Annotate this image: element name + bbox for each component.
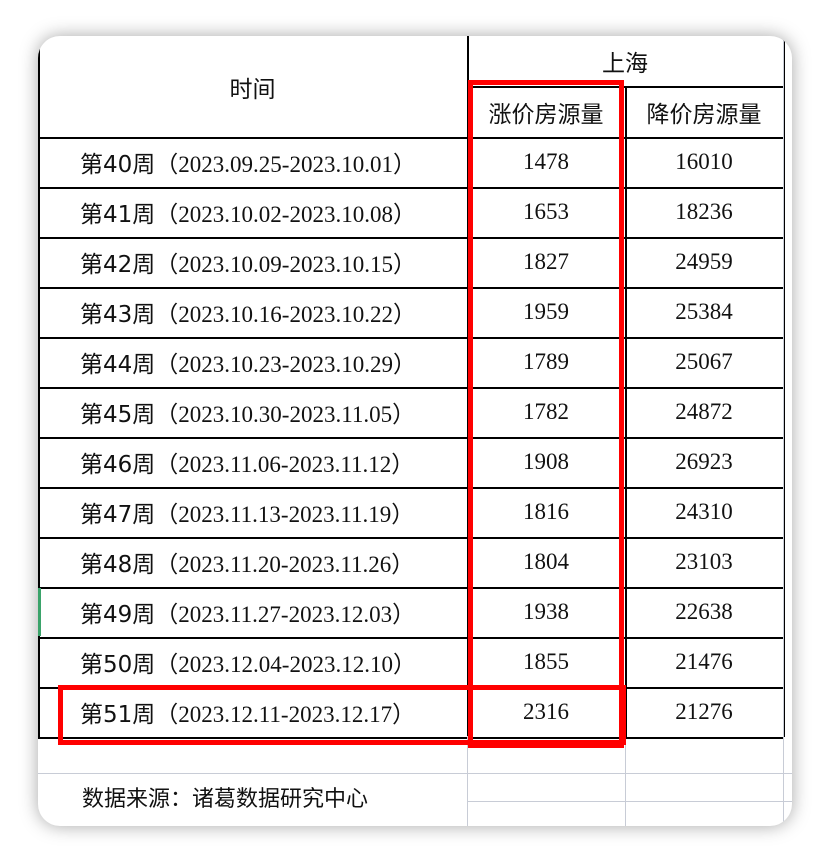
week-label: 第48周 [80, 552, 156, 578]
week-label: 第45周 [80, 402, 156, 428]
week-label: 第43周 [80, 302, 156, 328]
header-region[interactable]: 上海 [467, 36, 783, 86]
highlight-week51-row [58, 685, 626, 745]
date-range: （2023.10.23-2023.10.29） [155, 352, 416, 377]
cell-down-count[interactable]: 24959 [625, 237, 783, 287]
cell-down-count[interactable]: 18236 [625, 187, 783, 237]
cell-time[interactable]: 第48周 （2023.11.20-2023.11.26） [80, 537, 465, 587]
week-label: 第50周 [80, 652, 156, 678]
cell-time[interactable]: 第40周 （2023.09.25-2023.10.01） [80, 137, 465, 187]
date-range: （2023.10.16-2023.10.22） [155, 302, 416, 327]
grid-line [467, 736, 468, 826]
week-label: 第47周 [80, 502, 156, 528]
week-label: 第46周 [80, 452, 156, 478]
grid-line [467, 801, 792, 802]
week-label: 第41周 [80, 202, 156, 228]
cell-down-count[interactable]: 22638 [625, 587, 783, 637]
grid-line [38, 773, 792, 774]
table-grid: 第40周 （2023.09.25-2023.10.01） 1478 16010 第41周… [38, 36, 792, 826]
cell-down-count[interactable]: 21276 [625, 687, 783, 737]
date-range: （2023.11.06-2023.11.12） [155, 452, 415, 477]
row-marker [38, 588, 41, 636]
date-range: （2023.10.09-2023.10.15） [155, 252, 416, 277]
date-range: （2023.11.13-2023.11.19） [155, 502, 415, 527]
grid-line [783, 36, 784, 826]
cell-down-count[interactable]: 24872 [625, 387, 783, 437]
cell-time[interactable]: 第46周 （2023.11.06-2023.11.12） [80, 437, 465, 487]
week-label: 第40周 [80, 152, 156, 178]
highlight-up-column [468, 80, 624, 748]
date-range: （2023.10.02-2023.10.08） [155, 202, 416, 227]
cell-down-count[interactable]: 26923 [625, 437, 783, 487]
cell-time[interactable]: 第49周 （2023.11.27-2023.12.03） [80, 587, 465, 637]
cell-down-count[interactable]: 24310 [625, 487, 783, 537]
cell-time[interactable]: 第42周 （2023.10.09-2023.10.15） [80, 237, 465, 287]
date-range: （2023.11.27-2023.12.03） [155, 602, 416, 627]
cell-time[interactable]: 第50周 （2023.12.04-2023.12.10） [80, 637, 465, 687]
cell-time[interactable]: 第44周 （2023.10.23-2023.10.29） [80, 337, 465, 387]
header-time[interactable]: 时间 [38, 36, 467, 137]
cell-time[interactable]: 第41周 （2023.10.02-2023.10.08） [80, 187, 465, 237]
week-label: 第49周 [80, 602, 156, 628]
data-source-note[interactable]: 数据来源：诸葛数据研究中心 [82, 777, 467, 817]
week-label: 第42周 [80, 252, 156, 278]
cell-down-count[interactable]: 23103 [625, 537, 783, 587]
date-range: （2023.09.25-2023.10.01） [155, 152, 416, 177]
date-range: （2023.10.30-2023.11.05） [155, 402, 416, 427]
cell-time[interactable]: 第43周 （2023.10.16-2023.10.22） [80, 287, 465, 337]
cell-time[interactable]: 第45周 （2023.10.30-2023.11.05） [80, 387, 465, 437]
cell-down-count[interactable]: 25384 [625, 287, 783, 337]
cell-down-count[interactable]: 16010 [625, 137, 783, 187]
spreadsheet-view: 第40周 （2023.09.25-2023.10.01） 1478 16010 第41周… [38, 36, 792, 826]
grid-line [625, 736, 626, 826]
cell-down-count[interactable]: 21476 [625, 637, 783, 687]
header-down-count[interactable]: 降价房源量 [625, 86, 783, 137]
date-range: （2023.11.20-2023.11.26） [155, 552, 415, 577]
cell-time[interactable]: 第47周 （2023.11.13-2023.11.19） [80, 487, 465, 537]
date-range: （2023.12.04-2023.12.10） [155, 652, 416, 677]
week-label: 第44周 [80, 352, 156, 378]
cell-down-count[interactable]: 25067 [625, 337, 783, 387]
